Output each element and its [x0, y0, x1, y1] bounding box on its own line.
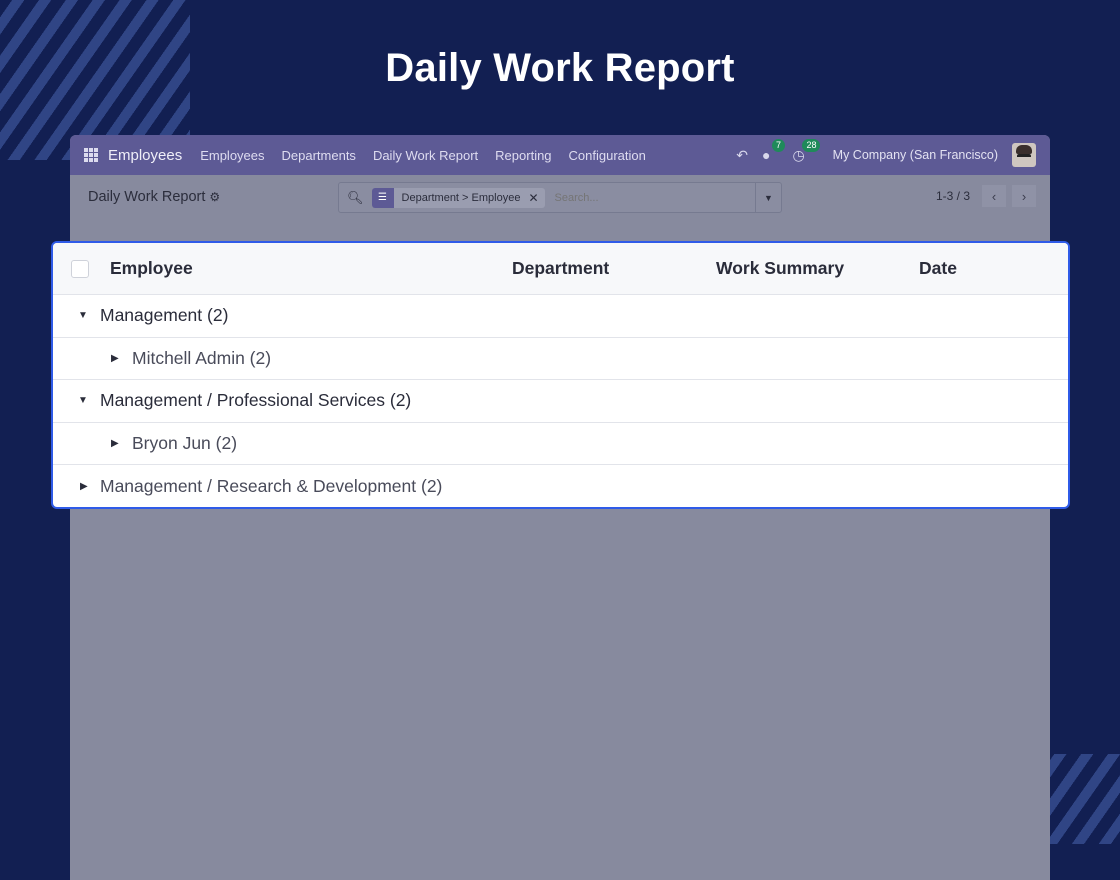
menu-reporting[interactable]: Reporting	[495, 148, 551, 163]
page-title: Daily Work Report	[385, 46, 735, 90]
group-label: Management (2)	[100, 305, 229, 326]
menu-daily-work-report[interactable]: Daily Work Report	[373, 148, 478, 163]
caret-right-icon: ▶	[111, 352, 119, 364]
top-navbar: Employees Employees Departments Daily Wo…	[70, 135, 1050, 175]
facet-label: Department > Employee	[401, 191, 521, 204]
company-switcher[interactable]: My Company (San Francisco)	[833, 148, 998, 162]
control-panel: Daily Work Report ⚙ 🔍︎ ☰ Department > Em…	[70, 175, 1050, 219]
activities-badge: 28	[802, 138, 821, 152]
list-header: Employee Department Work Summary Date	[53, 243, 1068, 295]
reply-icon[interactable]: ↶	[736, 147, 748, 164]
chat-icon[interactable]: ● 7	[762, 139, 785, 163]
apps-grid-icon[interactable]	[84, 148, 98, 162]
messages-badge: 7	[771, 139, 785, 152]
search-bar: 🔍︎ ☰ Department > Employee ✕ ▼	[338, 182, 782, 213]
search-options-toggle[interactable]: ▼	[755, 183, 781, 212]
activity-clock-icon[interactable]: ◷ 28	[792, 138, 821, 164]
group-row[interactable]: ▼ Management (2)	[53, 295, 1068, 338]
group-row[interactable]: ▼ Management / Professional Services (2)	[53, 380, 1068, 423]
menu-configuration[interactable]: Configuration	[569, 148, 646, 163]
group-row[interactable]: ▶ Mitchell Admin (2)	[53, 338, 1068, 380]
breadcrumb-current: Daily Work Report	[88, 189, 206, 205]
caret-right-icon: ▶	[111, 437, 119, 449]
group-row[interactable]: ▶ Management / Research & Development (2…	[53, 465, 1068, 507]
caret-right-icon: ▶	[80, 480, 88, 492]
navbar-systray: ↶ ● 7 ◷ 28 My Company (San Francisco)	[736, 138, 1036, 167]
pager: 1-3 / 3 ‹ ›	[936, 185, 1036, 207]
select-all-checkbox[interactable]	[71, 259, 89, 278]
app-brand[interactable]: Employees	[108, 147, 182, 164]
breadcrumb: Daily Work Report ⚙	[88, 189, 220, 205]
column-employee[interactable]: Employee	[110, 258, 193, 279]
group-label: Mitchell Admin (2)	[132, 347, 272, 368]
group-label: Management / Research & Development (2)	[100, 475, 443, 496]
groupby-facet: ☰ Department > Employee ✕	[371, 187, 545, 208]
pager-next-button[interactable]: ›	[1012, 185, 1036, 207]
facet-close-icon[interactable]: ✕	[528, 191, 544, 205]
column-department[interactable]: Department	[512, 258, 609, 279]
pager-prev-button[interactable]: ‹	[982, 185, 1006, 207]
search-icon[interactable]: 🔍︎	[347, 190, 364, 206]
user-avatar[interactable]	[1012, 143, 1036, 167]
decorative-stripes-bottom-right	[1040, 754, 1120, 844]
column-date[interactable]: Date	[919, 258, 957, 279]
search-input[interactable]	[554, 191, 755, 204]
menu-departments[interactable]: Departments	[282, 148, 356, 163]
group-label: Bryon Jun (2)	[132, 432, 238, 453]
caret-down-icon: ▼	[78, 310, 88, 322]
pager-value[interactable]: 1-3 / 3	[936, 189, 970, 203]
caret-down-icon: ▼	[78, 395, 88, 407]
column-work-summary[interactable]: Work Summary	[716, 258, 844, 279]
menu-employees[interactable]: Employees	[200, 148, 264, 163]
grouped-list: Employee Department Work Summary Date ▼ …	[51, 241, 1070, 509]
group-label: Management / Professional Services (2)	[100, 390, 412, 411]
gear-icon[interactable]: ⚙	[209, 190, 220, 204]
group-row[interactable]: ▶ Bryon Jun (2)	[53, 423, 1068, 465]
layers-icon: ☰	[371, 187, 394, 208]
